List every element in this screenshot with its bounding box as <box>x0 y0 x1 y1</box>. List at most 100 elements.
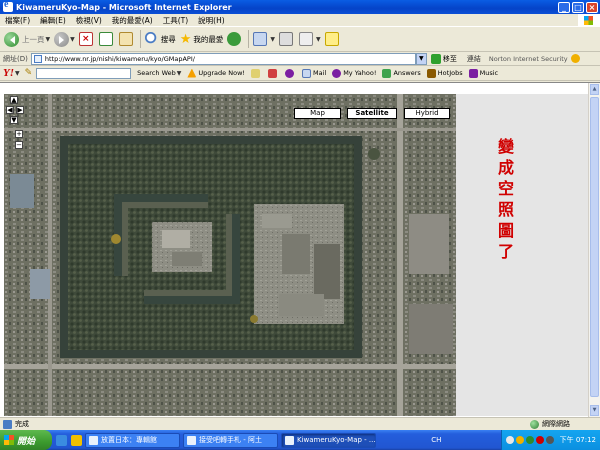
address-dropdown-button[interactable]: ▼ <box>415 52 427 65</box>
stop-button[interactable]: × <box>78 32 95 46</box>
ie-icon <box>187 435 196 445</box>
clock: 下午 07:12 <box>559 436 596 444</box>
taskbar-item[interactable]: 接受吧轉手札 - 阿土 <box>183 432 278 448</box>
yahoo-logo[interactable]: Y! <box>3 67 14 79</box>
windows-logo-icon <box>578 13 600 27</box>
back-label: 上一頁 <box>22 34 45 44</box>
refresh-icon <box>98 32 113 46</box>
pan-right-button[interactable]: ▶ <box>16 106 24 114</box>
refresh-button[interactable] <box>98 32 115 46</box>
menu-tools[interactable]: 工具(T) <box>158 15 193 26</box>
popup-blocker-icon <box>268 68 277 78</box>
search-web-button[interactable]: Search Web ▼ <box>137 69 181 77</box>
address-input[interactable]: http://www.nr.jp/nishi/kiwameru/kyo/GMap… <box>30 52 416 65</box>
upgrade-button[interactable]: Upgrade Now! <box>187 68 245 78</box>
standard-toolbar: 上一頁 ▼ ▼ × 搜尋 ★ 我的最愛 ▼ ▼ <box>0 27 600 52</box>
popup-button[interactable] <box>268 68 279 78</box>
pencil-icon[interactable]: ✎ <box>25 68 33 78</box>
security-zone: 網際網路 <box>530 419 570 429</box>
highlighter-icon <box>251 68 260 78</box>
edit-button[interactable]: ▼ <box>299 32 321 46</box>
back-button[interactable]: 上一頁 ▼ <box>4 31 50 47</box>
forward-arrow-icon <box>54 31 70 47</box>
maximize-button[interactable]: □ <box>572 1 584 13</box>
messenger-button[interactable] <box>324 32 341 46</box>
yahoo-button[interactable] <box>285 68 296 78</box>
quicklaunch-folder-icon[interactable] <box>71 434 82 446</box>
sidebar-panel: 變成空照圖了 <box>456 94 588 416</box>
scroll-thumb[interactable] <box>590 97 599 397</box>
start-button[interactable]: 開始 <box>0 430 52 450</box>
ie-icon <box>89 435 98 445</box>
zoom-out-button[interactable]: − <box>15 141 23 149</box>
upgrade-label: Upgrade Now! <box>198 69 245 77</box>
chevron-down-icon: ▼ <box>176 69 182 77</box>
zoom-in-button[interactable]: + <box>15 130 23 138</box>
task-label: KiwameruKyo-Map - ... <box>297 436 376 444</box>
my-yahoo-button[interactable]: My Yahoo! <box>332 68 377 78</box>
menu-file[interactable]: 檔案(F) <box>0 15 35 26</box>
scroll-up-button[interactable]: ▲ <box>590 84 599 95</box>
window-title: KiwameruKyo-Map - Microsoft Internet Exp… <box>16 2 232 12</box>
pan-up-button[interactable]: ▲ <box>10 96 18 104</box>
windows-flag-icon <box>4 435 14 445</box>
note-icon <box>324 32 339 46</box>
menu-help[interactable]: 說明(H) <box>193 15 230 26</box>
address-label: 網址(D) <box>3 54 28 63</box>
satellite-map[interactable]: ▲ ◀ ▶ ▼ + − Hybrid Satellite Map <box>4 94 456 416</box>
close-button[interactable]: × <box>586 1 598 13</box>
chevron-down-icon: ▼ <box>270 35 276 43</box>
favorites-button[interactable]: ★ 我的最愛 <box>180 32 224 47</box>
home-button[interactable] <box>118 32 135 46</box>
media-button[interactable] <box>227 32 243 46</box>
envelope-icon <box>302 68 311 78</box>
forward-button[interactable]: ▼ <box>54 31 75 47</box>
search-button[interactable]: 搜尋 <box>144 32 176 46</box>
yahoo-search-input[interactable] <box>36 67 132 79</box>
norton-button[interactable]: Norton Internet Security <box>489 55 568 63</box>
music-icon <box>468 68 478 78</box>
answers-icon <box>382 68 392 78</box>
chevron-down-icon: ▼ <box>15 69 20 77</box>
title-bar: KiwameruKyo-Map - Microsoft Internet Exp… <box>0 0 600 14</box>
hotjobs-button[interactable]: HotJobs <box>426 68 463 78</box>
address-bar: 網址(D) http://www.nr.jp/nishi/kiwameru/ky… <box>0 52 600 66</box>
menu-favorites[interactable]: 我的最愛(A) <box>107 15 158 26</box>
back-arrow-icon <box>4 31 19 47</box>
answers-button[interactable]: Answers <box>382 68 421 78</box>
go-button[interactable]: 移至 <box>430 53 457 64</box>
volume-icon[interactable] <box>545 436 554 444</box>
favorites-label: 我的最愛 <box>193 34 224 44</box>
taskbar-item-active[interactable]: KiwameruKyo-Map - ... <box>281 432 376 448</box>
quicklaunch-ie-icon[interactable] <box>56 434 67 446</box>
links-button[interactable]: 連結 <box>467 54 481 64</box>
mail-yahoo-button[interactable]: Mail <box>302 68 326 78</box>
music-button[interactable]: Music <box>468 68 498 78</box>
page-content: ▲ ◀ ▶ ▼ + − Hybrid Satellite Map 變成空照圖了 … <box>0 82 600 418</box>
myyahoo-label: My Yahoo! <box>343 69 377 77</box>
map-type-satellite-button[interactable]: Satellite <box>347 108 397 119</box>
taskbar-item[interactable]: 放置日本：專輯館 <box>85 432 180 448</box>
menu-edit[interactable]: 編輯(E) <box>35 15 71 26</box>
sidebar-caption: 變成空照圖了 <box>497 137 514 261</box>
search-label: 搜尋 <box>160 34 176 44</box>
pan-down-button[interactable]: ▼ <box>10 116 18 124</box>
tray-icon[interactable] <box>535 436 544 444</box>
language-indicator[interactable]: CH <box>431 436 441 444</box>
scroll-down-button[interactable]: ▼ <box>590 405 599 416</box>
menu-view[interactable]: 檢視(V) <box>71 15 107 26</box>
minimize-button[interactable]: _ <box>558 1 570 13</box>
media-icon <box>227 32 242 46</box>
map-type-hybrid-button[interactable]: Hybrid <box>404 108 450 119</box>
pan-left-button[interactable]: ◀ <box>6 106 14 114</box>
highlight-button[interactable] <box>251 68 262 78</box>
tray-icon[interactable] <box>525 436 534 444</box>
map-type-map-button[interactable]: Map <box>294 108 341 119</box>
page-icon <box>33 54 42 63</box>
mail-button[interactable]: ▼ <box>253 32 275 46</box>
tray-icon[interactable] <box>505 436 514 444</box>
vertical-scrollbar[interactable]: ▲ ▼ <box>588 83 600 418</box>
tray-icon[interactable] <box>515 436 524 444</box>
print-button[interactable] <box>279 32 295 46</box>
status-bar: 完成 網際網路 <box>0 417 600 430</box>
